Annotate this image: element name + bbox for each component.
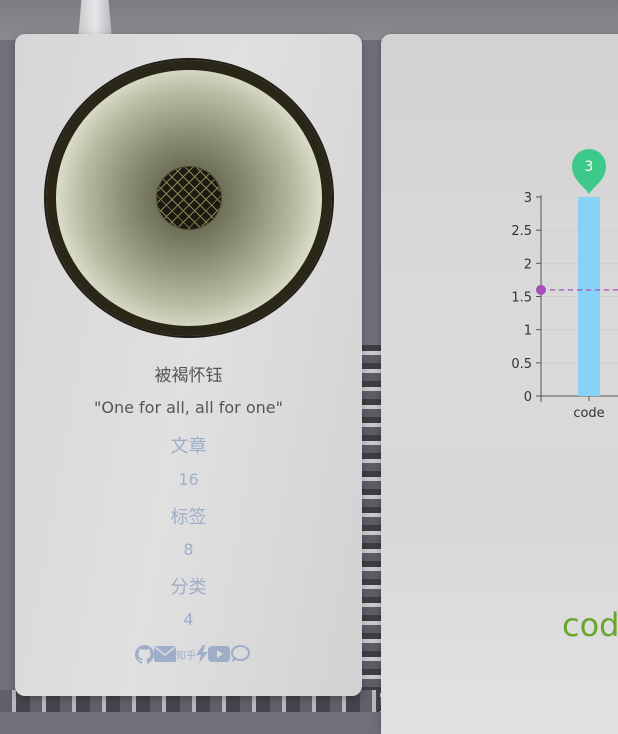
bar bbox=[578, 197, 600, 396]
stat-tags-count[interactable]: 8 bbox=[15, 540, 362, 559]
zhihu-icon[interactable]: 知乎 bbox=[176, 644, 196, 664]
stat-articles-count[interactable]: 16 bbox=[15, 470, 362, 489]
y-tick-label: 3 bbox=[524, 191, 532, 206]
mail-icon[interactable] bbox=[154, 644, 176, 664]
max-marker-label: 3 bbox=[585, 159, 594, 175]
average-line-marker bbox=[536, 284, 546, 295]
author-motto: "One for all, all for one" bbox=[94, 398, 283, 417]
youtube-icon[interactable] bbox=[208, 644, 230, 664]
avatar[interactable] bbox=[46, 60, 332, 336]
github-icon[interactable] bbox=[135, 644, 154, 664]
y-tick-label: 2.5 bbox=[511, 224, 532, 239]
chat-bubble-icon[interactable] bbox=[230, 644, 250, 664]
author-name: 被褐怀钰 bbox=[154, 366, 223, 386]
stat-categories-label[interactable]: 分类 bbox=[15, 573, 362, 599]
stat-tags-label[interactable]: 标签 bbox=[15, 503, 362, 529]
social-links: 知乎 bbox=[135, 644, 250, 664]
y-tick-label: 1.5 bbox=[511, 291, 532, 306]
y-tick-label: 0.5 bbox=[511, 357, 532, 372]
chart-footer-label: cod bbox=[562, 606, 618, 644]
stat-categories-count[interactable]: 4 bbox=[15, 610, 362, 629]
avatar-center bbox=[157, 167, 221, 229]
y-tick-label: 0 bbox=[524, 390, 532, 405]
category-chart-card: 0 0.5 1 1.5 2 2.5 3 code 3 cod bbox=[381, 34, 618, 734]
stat-articles-label[interactable]: 文章 bbox=[15, 432, 362, 458]
x-tick-label: code bbox=[573, 406, 604, 421]
y-tick-label: 1 bbox=[524, 324, 532, 339]
author-profile-card: 被褐怀钰 "One for all, all for one" 文章 16 标签… bbox=[15, 34, 362, 696]
bolt-icon[interactable] bbox=[196, 644, 208, 664]
y-tick-label: 2 bbox=[524, 257, 532, 272]
